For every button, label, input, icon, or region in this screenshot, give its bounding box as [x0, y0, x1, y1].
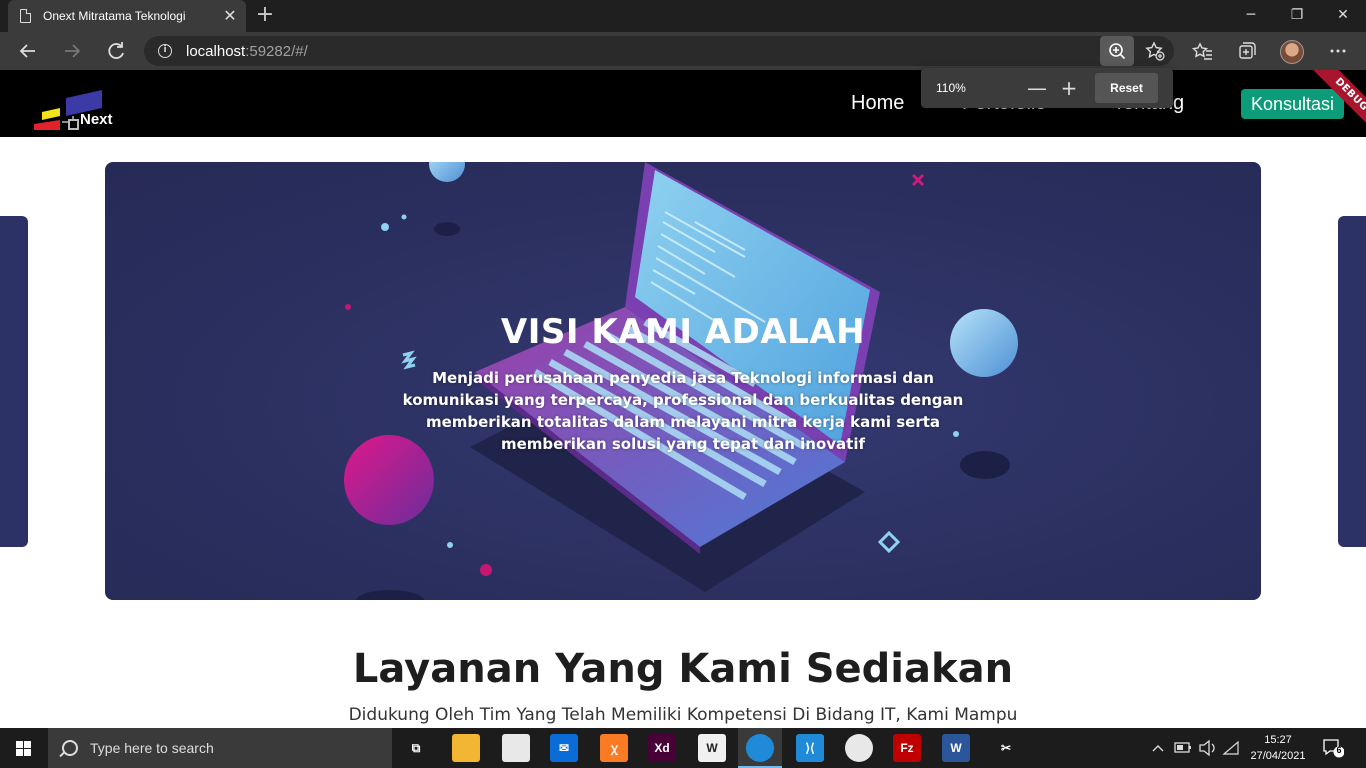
url-path: :59282/#/	[245, 42, 308, 60]
collections-button[interactable]	[1231, 36, 1261, 66]
battery-icon	[1174, 742, 1191, 753]
chrome-icon[interactable]	[845, 734, 873, 762]
nav-link-home[interactable]: Home	[851, 92, 904, 115]
logo-text: Next	[80, 111, 113, 128]
minimize-button[interactable]: ─	[1228, 0, 1274, 32]
address-bar[interactable]: i localhost:59282/#/	[144, 36, 1174, 66]
search-icon	[62, 740, 78, 756]
chevron-up-icon	[1152, 745, 1164, 752]
favorites-button[interactable]	[1187, 36, 1217, 66]
file-explorer-icon[interactable]	[452, 734, 480, 762]
zoom-popup: 110% — + Reset	[921, 68, 1173, 108]
zoom-level: 110%	[936, 81, 966, 95]
arrow-right-icon	[65, 44, 81, 58]
services-title: Layanan Yang Kami Sediakan	[352, 646, 1014, 692]
show-hidden-icons[interactable]	[1148, 728, 1168, 768]
maximize-button[interactable]: ❐	[1274, 0, 1320, 32]
document-icon	[20, 9, 31, 23]
zoom-reset-button[interactable]: Reset	[1095, 73, 1158, 103]
browser-tab-strip: Onext Mitratama Teknologi ✕ + ─ ❐ ✕	[0, 0, 1366, 32]
zoom-in-icon	[1109, 43, 1126, 60]
arrow-left-icon	[19, 44, 35, 58]
mail-icon[interactable]: ✉	[550, 734, 578, 762]
volume-indicator[interactable]	[1196, 728, 1218, 768]
collections-icon	[1239, 42, 1256, 59]
profile-avatar[interactable]	[1280, 40, 1304, 64]
word-icon[interactable]: W	[942, 734, 970, 762]
search-placeholder: Type here to search	[90, 740, 214, 756]
zoom-button[interactable]	[1100, 36, 1134, 66]
carousel-next-slide[interactable]	[1338, 216, 1366, 547]
konsultasi-button[interactable]: Konsultasi	[1241, 89, 1344, 119]
windows-taskbar: Type here to search ⧉ ✉ ꭓ Xd W ⟩⟨ Fz W ✂ 15:27 2…	[0, 728, 1366, 768]
notification-count: 6	[1336, 745, 1342, 755]
new-tab-button[interactable]: +	[252, 2, 278, 28]
refresh-button[interactable]	[101, 36, 131, 66]
paint-tool-icon[interactable]: ✂	[992, 734, 1020, 762]
wifi-icon	[1222, 740, 1239, 755]
close-tab-button[interactable]: ✕	[220, 6, 240, 26]
hero-description: Menjadi perusahaan penyedia jasa Teknolo…	[402, 369, 964, 453]
app-w-icon[interactable]: W	[698, 734, 726, 762]
browser-tab[interactable]: Onext Mitratama Teknologi ✕	[8, 0, 246, 32]
store-icon[interactable]	[502, 734, 530, 762]
more-dots-icon	[1330, 49, 1346, 53]
back-button[interactable]	[13, 36, 43, 66]
hero-slide: VISI KAMI ADALAH Menjadi perusahaan peny…	[105, 162, 1261, 600]
tab-title: Onext Mitratama Teknologi	[43, 9, 186, 23]
refresh-icon	[108, 42, 124, 59]
edge-icon[interactable]	[746, 734, 774, 762]
forward-button[interactable]	[57, 36, 87, 66]
speaker-icon	[1199, 739, 1215, 757]
vscode-icon[interactable]: ⟩⟨	[796, 734, 824, 762]
notification-center-button[interactable]: 6	[1322, 738, 1345, 758]
battery-indicator[interactable]	[1172, 728, 1194, 768]
hero-title: VISI KAMI ADALAH	[500, 312, 866, 352]
network-indicator[interactable]	[1220, 728, 1242, 768]
info-icon[interactable]: i	[158, 44, 172, 58]
carousel-prev-slide[interactable]	[0, 216, 28, 547]
task-view-icon[interactable]: ⧉	[402, 734, 430, 762]
close-window-button[interactable]: ✕	[1320, 0, 1366, 32]
add-favorite-button[interactable]	[1140, 36, 1170, 66]
filezilla-icon[interactable]: Fz	[893, 734, 921, 762]
adobe-xd-icon[interactable]: Xd	[648, 734, 676, 762]
taskbar-clock[interactable]: 15:27 27/04/2021	[1246, 732, 1310, 764]
more-options-button[interactable]	[1323, 36, 1353, 66]
windows-logo-icon	[16, 741, 31, 756]
services-subtitle: Didukung Oleh Tim Yang Telah Memiliki Ko…	[348, 705, 1018, 725]
clock-date: 27/04/2021	[1250, 750, 1306, 762]
zoom-in-button[interactable]: +	[1053, 76, 1085, 100]
xampp-icon[interactable]: ꭓ	[600, 734, 628, 762]
start-button[interactable]	[0, 728, 48, 768]
favorites-icon	[1191, 42, 1212, 60]
browser-toolbar: i localhost:59282/#/	[0, 32, 1366, 70]
zoom-out-button[interactable]: —	[1021, 76, 1053, 100]
url-host: localhost	[186, 42, 246, 60]
taskbar-search[interactable]: Type here to search	[48, 728, 392, 768]
clock-time: 15:27	[1264, 734, 1292, 746]
star-add-icon	[1145, 41, 1165, 61]
